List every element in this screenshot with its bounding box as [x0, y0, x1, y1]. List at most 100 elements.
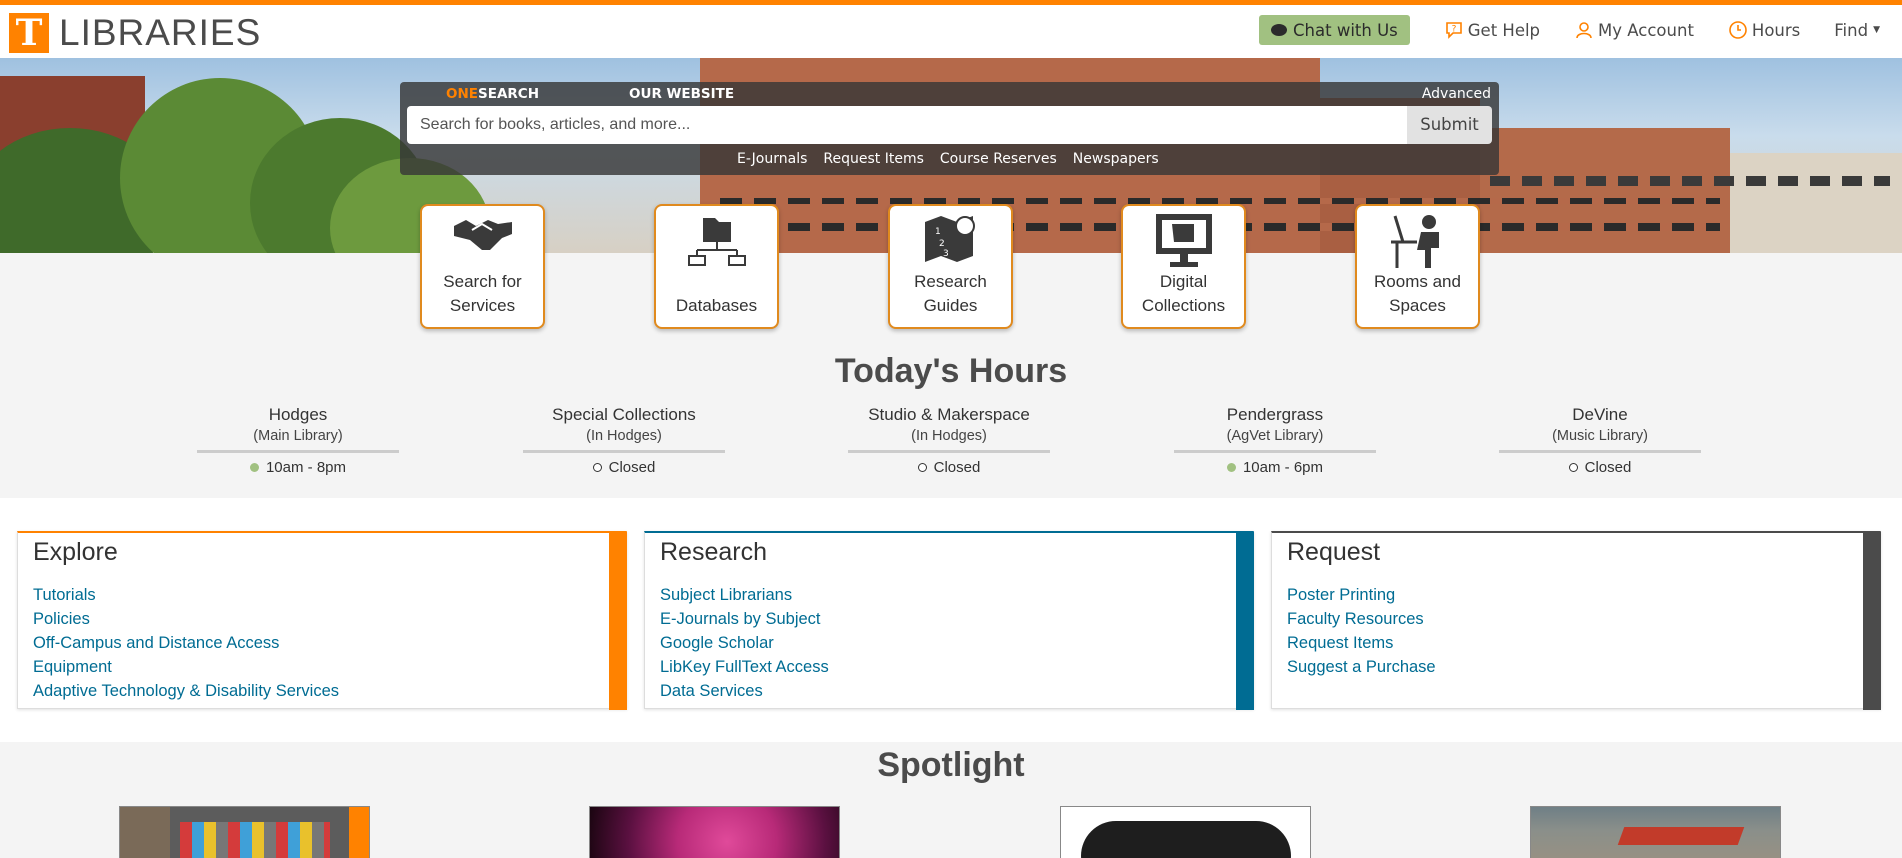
search-tabs: ONESEARCH OUR WEBSITE: [446, 86, 734, 102]
clock-icon: [1729, 21, 1747, 39]
card-links: Poster Printing Faculty Resources Reques…: [1287, 583, 1436, 679]
spotlight-image-4[interactable]: [1530, 806, 1781, 858]
card-links: Tutorials Policies Off-Campus and Distan…: [33, 583, 339, 703]
divider: [848, 450, 1050, 453]
logo-wordmark: LIBRARIES: [59, 12, 262, 53]
hours-label: Hours: [1751, 20, 1801, 40]
power-t-logo-icon: T: [9, 13, 49, 53]
find-dropdown[interactable]: Find ▼: [1834, 21, 1880, 40]
request-card: Request Poster Printing Faculty Resource…: [1271, 531, 1881, 710]
onesearch-panel: ONESEARCH OUR WEBSITE Advanced Submit E-…: [400, 82, 1499, 175]
divider: [523, 450, 725, 453]
location-subtitle: (Main Library): [253, 428, 343, 444]
tile-label: Databases: [675, 296, 758, 315]
get-help-link[interactable]: ? Get Help: [1444, 20, 1540, 40]
location-subtitle: (Music Library): [1552, 428, 1648, 444]
utility-nav: Chat with Us ? Get Help My Account Hours…: [1259, 15, 1880, 45]
location-name: Pendergrass: [1226, 405, 1324, 424]
hours-status: Closed: [514, 459, 734, 476]
explore-card: Explore Tutorials Policies Off-Campus an…: [17, 531, 627, 710]
hours-link[interactable]: Hours: [1728, 20, 1800, 40]
handshake-icon: [453, 220, 512, 250]
libraries-logo[interactable]: T LIBRARIES: [9, 12, 261, 54]
location-subtitle: (In Hodges): [911, 428, 987, 444]
accent-bar: [1236, 532, 1254, 710]
tile-label: Search for Services: [443, 272, 522, 315]
link-equipment[interactable]: Equipment: [33, 655, 339, 679]
hours-location-pendergrass[interactable]: Pendergrass (AgVet Library) 10am - 6pm: [1165, 404, 1385, 476]
person-at-desk-icon: [1390, 215, 1439, 268]
chat-with-us-button[interactable]: Chat with Us: [1259, 15, 1410, 45]
link-google-scholar[interactable]: Google Scholar: [660, 631, 829, 655]
spotlight-image-3[interactable]: [1060, 806, 1311, 858]
open-status-icon: [1226, 463, 1236, 472]
svg-text:3: 3: [943, 249, 949, 259]
svg-text:1: 1: [935, 227, 941, 237]
hours-location-special-collections[interactable]: Special Collections (In Hodges) Closed: [514, 404, 734, 476]
divider: [1174, 450, 1376, 453]
search-submit-button[interactable]: Submit: [1407, 106, 1492, 144]
link-poster-printing[interactable]: Poster Printing: [1287, 583, 1436, 607]
link-suggest-purchase[interactable]: Suggest a Purchase: [1287, 655, 1436, 679]
closed-status-icon: [917, 463, 927, 472]
accent-bar: [1863, 532, 1881, 710]
advanced-search-link[interactable]: Advanced: [1422, 86, 1491, 102]
closed-status-icon: [592, 463, 602, 472]
link-faculty-resources[interactable]: Faculty Resources: [1287, 607, 1436, 631]
onesearch-prefix: ONE: [446, 86, 478, 102]
get-help-label: Get Help: [1467, 20, 1541, 40]
svg-text:?: ?: [1451, 25, 1456, 35]
tab-our-website[interactable]: OUR WEBSITE: [629, 86, 734, 102]
card-title: Research: [660, 538, 767, 566]
chat-label: Chat with Us: [1293, 20, 1398, 40]
spotlight-image-1[interactable]: [119, 806, 370, 858]
quick-link-newspapers[interactable]: Newspapers: [1073, 151, 1159, 167]
link-subject-librarians[interactable]: Subject Librarians: [660, 583, 829, 607]
hours-location-studio-makerspace[interactable]: Studio & Makerspace (In Hodges) Closed: [839, 404, 1059, 476]
link-tutorials[interactable]: Tutorials: [33, 583, 339, 607]
quick-link-course-reserves[interactable]: Course Reserves: [940, 151, 1057, 167]
link-off-campus-access[interactable]: Off-Campus and Distance Access: [33, 631, 339, 655]
quick-link-request-items[interactable]: Request Items: [823, 151, 923, 167]
divider: [1499, 450, 1701, 453]
chat-bubble-icon: [1271, 24, 1288, 36]
onesearch-suffix: SEARCH: [478, 86, 539, 102]
help-bubble-icon: ?: [1445, 22, 1462, 39]
open-status-icon: [249, 463, 259, 472]
quick-link-ejournals[interactable]: E-Journals: [737, 151, 807, 167]
svg-text:2: 2: [939, 239, 945, 249]
hours-location-devine[interactable]: DeVine (Music Library) Closed: [1490, 404, 1710, 476]
halftone-shape-graphic: [1081, 821, 1291, 858]
search-input[interactable]: [407, 106, 1407, 144]
link-libkey-fulltext[interactable]: LibKey FullText Access: [660, 655, 829, 679]
my-account-link[interactable]: My Account: [1574, 20, 1694, 40]
tile-label: Research Guides: [914, 272, 987, 315]
accent-bar: [609, 532, 627, 710]
hours-status: Closed: [1490, 459, 1710, 476]
tile-digital-collections[interactable]: Digital Collections: [1121, 204, 1246, 329]
spotlight-image-2[interactable]: [589, 806, 840, 858]
location-name: Studio & Makerspace: [868, 405, 1030, 424]
find-label: Find: [1834, 20, 1869, 40]
tile-research-guides[interactable]: 1 2 3 Research Guides: [888, 204, 1013, 329]
location-name: Special Collections: [552, 405, 696, 424]
link-ejournals-by-subject[interactable]: E-Journals by Subject: [660, 607, 829, 631]
tile-rooms-and-spaces[interactable]: Rooms and Spaces: [1355, 204, 1480, 329]
tile-label: Rooms and Spaces: [1374, 272, 1461, 315]
guide-map-icon: 1 2 3: [924, 216, 975, 262]
tile-databases[interactable]: Databases: [654, 204, 779, 329]
location-name: DeVine: [1572, 405, 1628, 424]
search-quick-links: E-Journals Request Items Course Reserves…: [737, 151, 1159, 167]
red-roof-graphic: [1617, 827, 1745, 845]
link-adaptive-technology[interactable]: Adaptive Technology & Disability Service…: [33, 679, 339, 703]
research-card: Research Subject Librarians E-Journals b…: [644, 531, 1254, 710]
location-subtitle: (AgVet Library): [1226, 428, 1324, 444]
link-data-services[interactable]: Data Services: [660, 679, 829, 703]
database-network-icon: [687, 218, 746, 266]
link-request-items[interactable]: Request Items: [1287, 631, 1436, 655]
hours-location-hodges[interactable]: Hodges (Main Library) 10am - 8pm: [188, 404, 408, 476]
pegboard-tools-graphic: [180, 822, 330, 858]
link-policies[interactable]: Policies: [33, 607, 339, 631]
tab-onesearch[interactable]: ONESEARCH: [446, 86, 539, 102]
tile-search-for-services[interactable]: Search for Services: [420, 204, 545, 329]
